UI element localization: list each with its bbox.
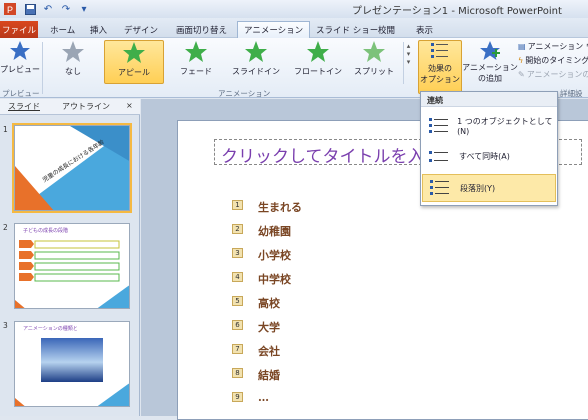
single-object-icon bbox=[429, 118, 448, 133]
tab-home[interactable]: ホーム bbox=[44, 21, 81, 38]
menu-section-header: 連続 bbox=[421, 92, 557, 107]
tab-review[interactable]: 校閲 bbox=[372, 21, 401, 38]
tab-view[interactable]: 表示 bbox=[410, 21, 439, 38]
star-icon bbox=[307, 41, 329, 62]
svg-text:P: P bbox=[7, 5, 13, 15]
tab-slides[interactable]: スライド bbox=[8, 101, 40, 112]
ribbon-tabs: ファイル ホーム 挿入 デザイン 画面切り替え アニメーション スライド ショー… bbox=[0, 18, 588, 38]
effect-options-menu: 連続 1 つのオブジェクトとして(N) すべて同時(A) 段落別(Y) bbox=[420, 91, 558, 206]
slide-number: 2 bbox=[3, 223, 8, 232]
star-icon bbox=[123, 42, 145, 63]
title-bar: P ↶ ↷ ▾ プレゼンテーション1 - Microsoft PowerPoin… bbox=[0, 0, 588, 18]
preview-label: プレビュー bbox=[0, 65, 40, 74]
animation-split[interactable]: スプリット bbox=[350, 40, 398, 84]
animation-painter-button[interactable]: ✎アニメーションのコ bbox=[518, 69, 588, 80]
list-icon bbox=[431, 43, 448, 58]
bullet-text[interactable]: … bbox=[258, 391, 269, 404]
bullet-text[interactable]: 結婚 bbox=[258, 367, 280, 383]
slide-thumbnail-3[interactable]: アニメーションの種類と bbox=[14, 321, 130, 407]
tab-design[interactable]: デザイン bbox=[118, 21, 164, 38]
animation-flyin[interactable]: スライドイン bbox=[228, 40, 284, 84]
star-icon bbox=[62, 41, 84, 62]
bullet-text[interactable]: 会社 bbox=[258, 343, 280, 359]
by-paragraph-icon bbox=[430, 180, 449, 195]
slide-thumbnail-2[interactable]: 子どもの成長の段階 bbox=[14, 223, 130, 309]
tab-insert[interactable]: 挿入 bbox=[84, 21, 113, 38]
brush-icon: ✎ bbox=[518, 70, 525, 79]
animation-appear[interactable]: アピール bbox=[104, 40, 164, 84]
redo-icon[interactable]: ↷ bbox=[58, 2, 74, 16]
all-at-once-icon bbox=[429, 151, 448, 162]
undo-icon[interactable]: ↶ bbox=[40, 2, 56, 16]
slides-pane-tabs: スライド アウトライン × bbox=[0, 99, 140, 115]
slide-number: 3 bbox=[3, 321, 8, 330]
pane-icon: ▤ bbox=[518, 42, 526, 51]
bullet-text[interactable]: 小学校 bbox=[258, 247, 291, 263]
slides-pane: スライド アウトライン × 1 児童の成長における各年齢 2 子どもの成長の段階… bbox=[0, 99, 140, 416]
bullet-text[interactable]: 幼稚園 bbox=[258, 223, 291, 239]
bullet-text[interactable]: 高校 bbox=[258, 295, 280, 311]
slide-number: 1 bbox=[3, 125, 8, 134]
close-pane-icon[interactable]: × bbox=[126, 101, 133, 110]
add-star-icon bbox=[480, 41, 500, 60]
menu-item-by-paragraph[interactable]: 段落別(Y) bbox=[422, 174, 556, 202]
preview-button[interactable]: プレビュー bbox=[0, 40, 40, 84]
bullet-text[interactable]: 中学校 bbox=[258, 271, 291, 287]
animation-floatin[interactable]: フロートイン bbox=[290, 40, 346, 84]
gallery-scroll[interactable]: ▴ ▾ ▾ bbox=[403, 42, 413, 84]
add-animation-button[interactable]: アニメーション の追加 bbox=[462, 40, 518, 84]
save-icon[interactable] bbox=[22, 2, 38, 16]
preview-star-icon bbox=[10, 41, 30, 60]
group-label-timing: 詳細設 bbox=[560, 89, 583, 98]
tab-transitions[interactable]: 画面切り替え bbox=[170, 21, 233, 38]
animation-fade[interactable]: フェード bbox=[170, 40, 222, 84]
menu-item-as-one-object[interactable]: 1 つのオブジェクトとして(N) bbox=[422, 112, 556, 140]
slide-thumbnail-1[interactable]: 児童の成長における各年齢 bbox=[12, 123, 132, 213]
qat-customize-icon[interactable]: ▾ bbox=[76, 2, 92, 16]
animation-none[interactable]: なし bbox=[50, 40, 96, 84]
tab-outline[interactable]: アウトライン bbox=[62, 101, 110, 112]
animation-pane-button[interactable]: ▤ アニメーション ウ bbox=[518, 41, 588, 52]
star-icon bbox=[245, 41, 267, 62]
effect-options-button[interactable]: 効果の オプション bbox=[418, 40, 462, 94]
app-icon[interactable]: P bbox=[2, 2, 18, 16]
window-title: プレゼンテーション1 - Microsoft PowerPoint bbox=[352, 6, 562, 17]
ribbon: プレビュー なし アピール フェード スライドイン フロートイン スプリット ▴… bbox=[0, 38, 588, 98]
group-label-preview: プレビュー bbox=[2, 89, 40, 98]
tab-animations[interactable]: アニメーション bbox=[237, 21, 311, 38]
menu-item-all-at-once[interactable]: すべて同時(A) bbox=[422, 142, 556, 170]
group-label-animation: アニメーション bbox=[218, 89, 271, 98]
bullet-text[interactable]: 大学 bbox=[258, 319, 280, 335]
lightning-icon: ϟ bbox=[518, 56, 524, 65]
bullet-text[interactable]: 生まれる bbox=[258, 199, 302, 215]
tab-file[interactable]: ファイル bbox=[0, 21, 38, 38]
trigger-button[interactable]: ϟ 開始のタイミング bbox=[518, 55, 588, 66]
star-icon bbox=[185, 41, 207, 62]
star-icon bbox=[363, 41, 385, 62]
